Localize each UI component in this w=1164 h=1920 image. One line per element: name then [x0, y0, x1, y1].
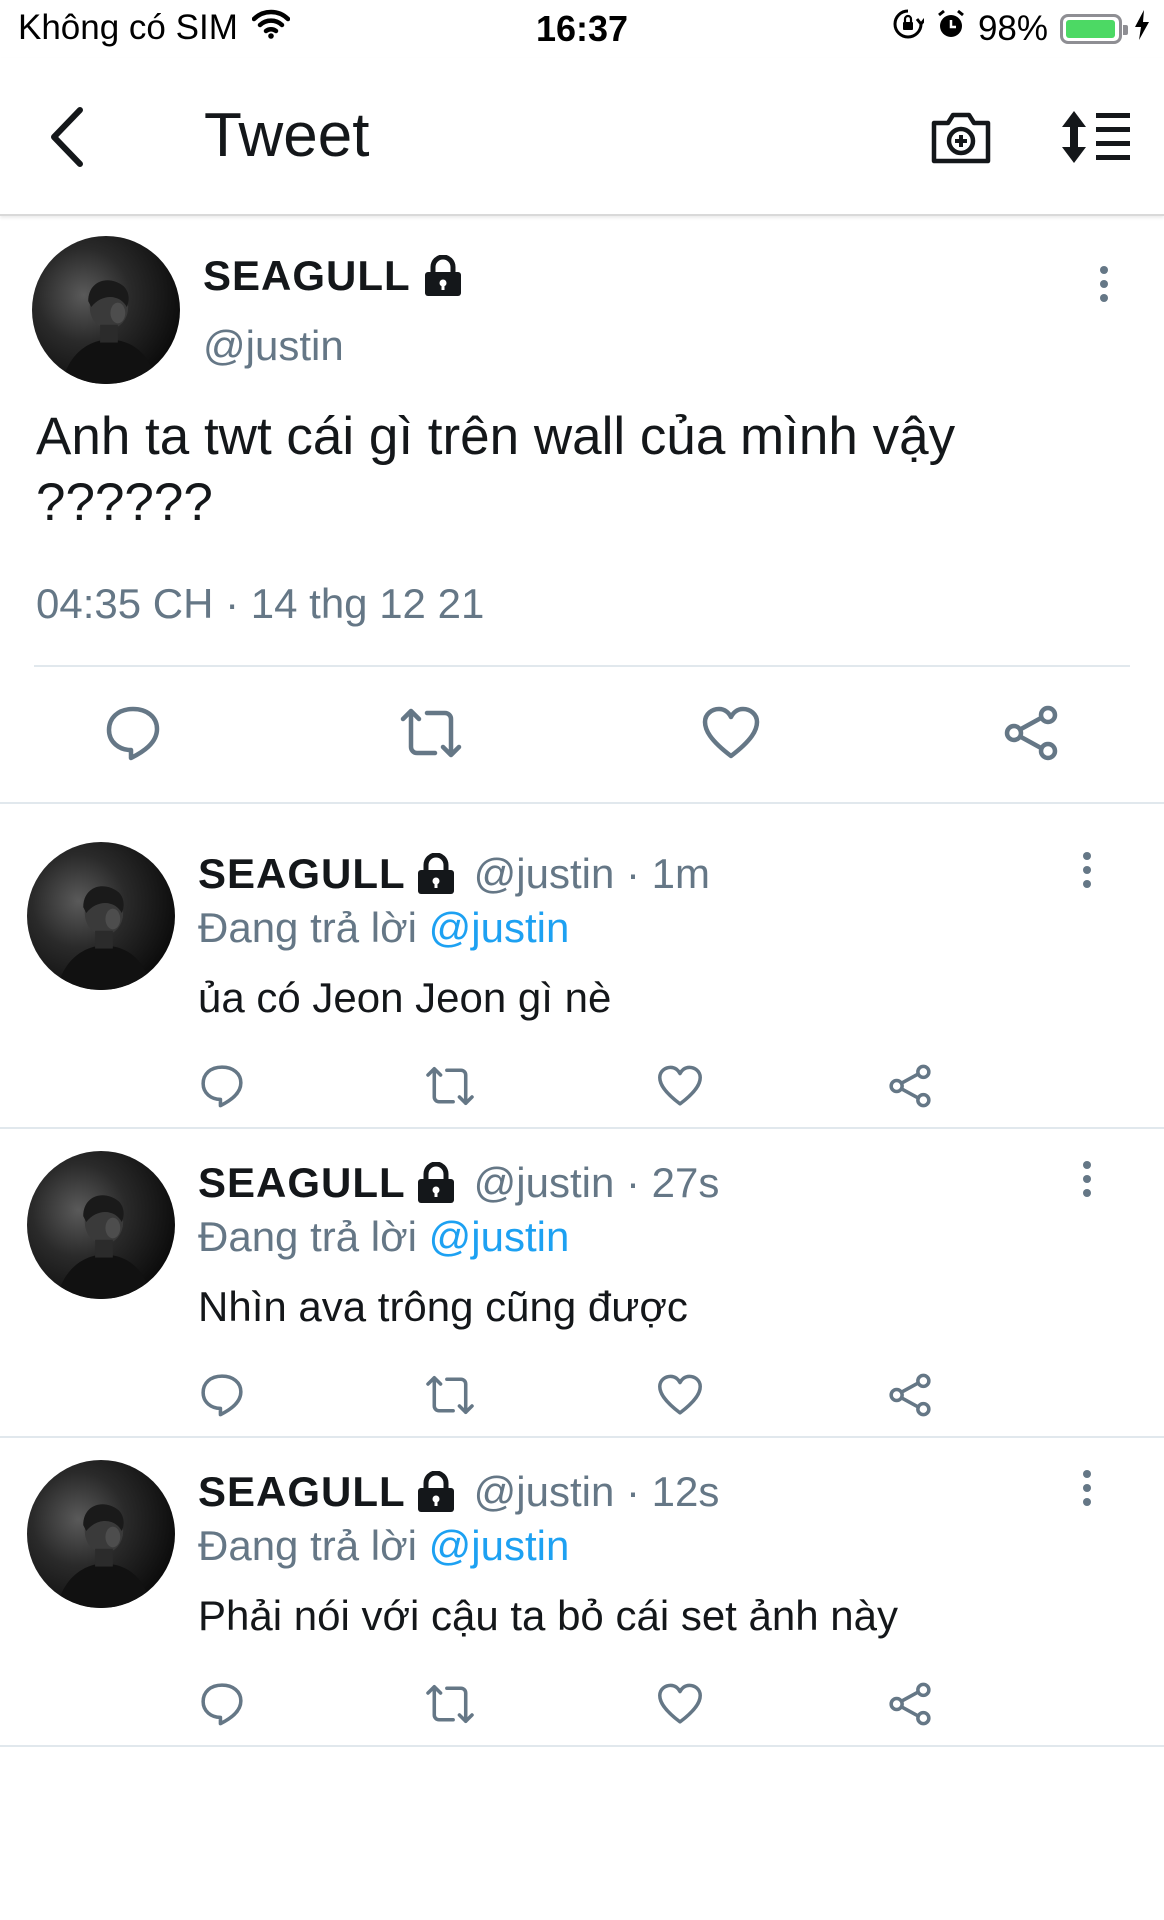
retweet-button[interactable] — [422, 1060, 478, 1112]
charging-bolt-icon — [1134, 9, 1150, 49]
avatar[interactable] — [32, 236, 180, 384]
sort-button[interactable] — [1056, 102, 1136, 172]
reply-text: ủa có Jeon Jeon gì nè — [198, 974, 612, 1021]
battery-percent: 98% — [977, 8, 1048, 48]
share-icon — [889, 1373, 931, 1417]
replying-prefix: Đang trả lời — [198, 904, 417, 951]
page-title: Tweet — [204, 101, 370, 170]
tweet-timestamp: 04:35 CH · 14 thg 12 21 — [36, 580, 485, 627]
like-button[interactable] — [654, 1678, 706, 1730]
retweet-button[interactable] — [422, 1678, 478, 1730]
avatar[interactable] — [27, 842, 175, 990]
author-handle-time[interactable]: @justin · 1m — [474, 850, 710, 898]
author-handle-time[interactable]: @justin · 12s — [474, 1468, 720, 1516]
more-options-icon[interactable] — [1077, 1161, 1097, 1197]
heart-icon — [658, 1065, 702, 1106]
like-button[interactable] — [654, 1060, 706, 1112]
comment-icon — [201, 1065, 243, 1108]
tweet-text: Anh ta twt cái gì trên wall của mình vậy… — [36, 407, 956, 532]
retweet-icon — [426, 1066, 474, 1106]
heart-icon — [702, 706, 760, 759]
divider — [0, 1745, 1164, 1747]
author-name[interactable]: SEAGULL — [198, 1159, 406, 1207]
battery-fill — [1066, 19, 1115, 38]
heart-icon — [658, 1683, 702, 1724]
share-button[interactable] — [884, 1060, 936, 1112]
lock-icon — [417, 1162, 454, 1203]
navigation-bar: Tweet — [0, 58, 1164, 216]
divider — [0, 802, 1164, 804]
comment-icon — [106, 706, 160, 761]
share-icon — [889, 1682, 931, 1726]
share-icon — [889, 1064, 931, 1108]
author-name-label: SEAGULL — [203, 252, 411, 299]
reply-button[interactable] — [196, 1060, 248, 1112]
status-right-group: 98% — [892, 8, 1150, 49]
replying-mention-link[interactable]: @justin — [429, 904, 570, 951]
share-button[interactable] — [884, 1369, 936, 1421]
comment-icon — [201, 1374, 243, 1417]
replying-to: Đang trả lời @justin — [198, 904, 569, 952]
replying-prefix: Đang trả lời — [198, 1522, 417, 1569]
replying-mention-link[interactable]: @justin — [429, 1213, 570, 1260]
author-handle-time[interactable]: @justin · 27s — [474, 1159, 720, 1207]
retweet-icon — [426, 1375, 474, 1415]
retweet-button[interactable] — [398, 700, 464, 766]
replying-to: Đang trả lời @justin — [198, 1213, 569, 1261]
comment-icon — [201, 1683, 243, 1726]
camera-button[interactable] — [926, 102, 996, 172]
back-button[interactable] — [36, 102, 96, 172]
alarm-icon — [936, 8, 966, 49]
avatar[interactable] — [27, 1151, 175, 1299]
retweet-icon — [426, 1684, 474, 1724]
share-icon — [1004, 705, 1058, 761]
more-options-icon[interactable] — [1094, 266, 1114, 302]
more-options-icon[interactable] — [1077, 852, 1097, 888]
replying-to: Đang trả lời @justin — [198, 1522, 569, 1570]
reply-header: SEAGULL @justin · 1m — [198, 850, 710, 898]
divider — [0, 1436, 1164, 1438]
reply-button[interactable] — [196, 1678, 248, 1730]
reply-button[interactable] — [100, 700, 166, 766]
heart-icon — [658, 1374, 702, 1415]
sort-list-icon — [1062, 111, 1130, 163]
status-bar: Không có SIM 16:37 98% — [0, 0, 1164, 58]
reply-header: SEAGULL @justin · 27s — [198, 1159, 719, 1207]
replying-mention-link[interactable]: @justin — [429, 1522, 570, 1569]
lock-icon — [417, 1471, 454, 1512]
lock-icon — [424, 255, 461, 296]
reply-text: Nhìn ava trông cũng được — [198, 1283, 688, 1330]
author-name[interactable]: SEAGULL — [198, 1468, 406, 1516]
chevron-left-icon — [51, 107, 83, 167]
retweet-icon — [400, 708, 462, 758]
like-button[interactable] — [698, 700, 764, 766]
orientation-lock-icon — [892, 8, 927, 49]
share-button[interactable] — [884, 1678, 936, 1730]
battery-icon — [1060, 13, 1128, 44]
like-button[interactable] — [654, 1369, 706, 1421]
author-name[interactable]: SEAGULL — [198, 850, 406, 898]
camera-plus-icon — [931, 112, 991, 164]
avatar[interactable] — [27, 1460, 175, 1608]
divider — [34, 665, 1130, 667]
share-button[interactable] — [998, 700, 1064, 766]
retweet-button[interactable] — [422, 1369, 478, 1421]
author-name[interactable]: SEAGULL — [203, 252, 463, 300]
author-handle[interactable]: @justin — [203, 322, 344, 370]
lock-icon — [417, 853, 454, 894]
divider — [0, 1127, 1164, 1129]
reply-button[interactable] — [196, 1369, 248, 1421]
reply-text: Phải nói với cậu ta bỏ cái set ảnh này — [198, 1592, 898, 1639]
replying-prefix: Đang trả lời — [198, 1213, 417, 1260]
more-options-icon[interactable] — [1077, 1470, 1097, 1506]
reply-header: SEAGULL @justin · 12s — [198, 1468, 719, 1516]
